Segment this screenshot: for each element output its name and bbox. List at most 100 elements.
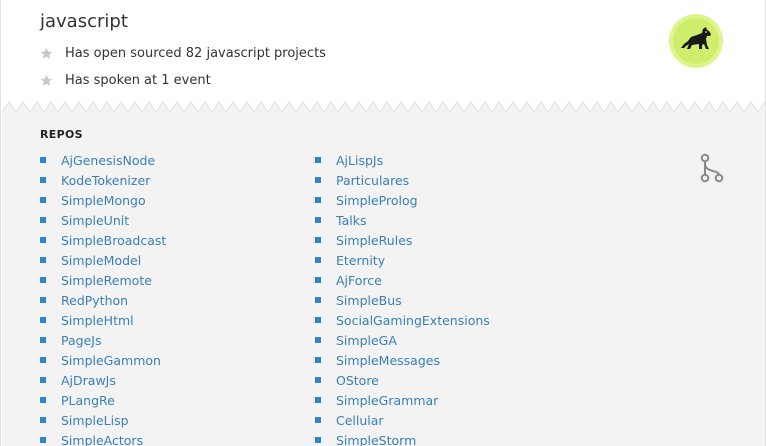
repo-link[interactable]: SimpleUnit: [61, 213, 129, 228]
bullet-icon: [315, 337, 321, 343]
repo-list-item: SimpleHtml: [40, 310, 166, 330]
bullet-icon: [315, 177, 321, 183]
repo-list-item: SimpleLisp: [40, 410, 166, 430]
bullet-icon: [315, 317, 321, 323]
repo-link[interactable]: SimpleBroadcast: [61, 233, 166, 248]
bullet-icon: [40, 217, 46, 223]
repo-list-left: AjGenesisNode KodeTokenizer SimpleMongo Sim…: [40, 150, 166, 446]
bullet-icon: [315, 217, 321, 223]
bullet-icon: [40, 357, 46, 363]
repo-list-item: OStore: [315, 370, 490, 390]
achievement-item: Has spoken at 1 event: [40, 70, 211, 90]
repo-list-item: SimpleGammon: [40, 350, 166, 370]
bullet-icon: [40, 197, 46, 203]
bullet-icon: [315, 357, 321, 363]
bullet-icon: [40, 157, 46, 163]
javascript-mascot-icon: [673, 18, 719, 64]
repo-link[interactable]: AjLispJs: [336, 153, 383, 168]
bullet-icon: [315, 437, 321, 443]
repo-link[interactable]: Particulares: [336, 173, 409, 188]
repo-link[interactable]: SimpleProlog: [336, 193, 418, 208]
repo-list-item: AjForce: [315, 270, 490, 290]
repo-list-item: KodeTokenizer: [40, 170, 166, 190]
bullet-icon: [40, 277, 46, 283]
bullet-icon: [40, 177, 46, 183]
repo-link[interactable]: SocialGamingExtensions: [336, 313, 490, 328]
repo-link[interactable]: SimpleGrammar: [336, 393, 438, 408]
repo-link[interactable]: SimpleStorm: [336, 433, 416, 446]
bullet-icon: [40, 297, 46, 303]
star-icon: [40, 47, 53, 60]
repo-list-item: SimpleRules: [315, 230, 490, 250]
bullet-icon: [315, 197, 321, 203]
achievement-text: Has open sourced 82 javascript projects: [65, 45, 326, 61]
repo-list-item: SimpleMessages: [315, 350, 490, 370]
bullet-icon: [315, 157, 321, 163]
bullet-icon: [315, 417, 321, 423]
language-badge: [669, 14, 723, 68]
repo-list-item: AjLispJs: [315, 150, 490, 170]
repo-link[interactable]: SimpleModel: [61, 253, 141, 268]
bullet-icon: [315, 237, 321, 243]
repo-list-item: SocialGamingExtensions: [315, 310, 490, 330]
repo-list-item: Eternity: [315, 250, 490, 270]
bullet-icon: [40, 437, 46, 443]
repo-link[interactable]: SimpleGammon: [61, 353, 161, 368]
repo-list-item: SimpleGrammar: [315, 390, 490, 410]
bullet-icon: [40, 377, 46, 383]
repo-link[interactable]: AjGenesisNode: [61, 153, 155, 168]
repo-list-right: AjLispJs Particulares SimpleProlog Talks Sim…: [315, 150, 490, 446]
repo-link[interactable]: SimpleMongo: [61, 193, 146, 208]
bullet-icon: [315, 277, 321, 283]
language-title: javascript: [40, 11, 128, 32]
repo-list-item: PageJs: [40, 330, 166, 350]
repo-list-item: Particulares: [315, 170, 490, 190]
repos-panel: REPOS AjGenesisNode KodeTokenizer SimpleMo…: [2, 112, 765, 446]
repo-list-item: SimpleActors: [40, 430, 166, 446]
repo-link[interactable]: SimpleBus: [336, 293, 402, 308]
bullet-icon: [40, 317, 46, 323]
bullet-icon: [315, 297, 321, 303]
repo-list-item: SimpleBus: [315, 290, 490, 310]
repo-list-item: SimpleGA: [315, 330, 490, 350]
repo-link[interactable]: SimpleHtml: [61, 313, 134, 328]
repo-link[interactable]: Cellular: [336, 413, 384, 428]
repo-link[interactable]: Eternity: [336, 253, 385, 268]
repo-link[interactable]: SimpleRules: [336, 233, 412, 248]
star-icon: [40, 74, 53, 87]
repo-list-item: Talks: [315, 210, 490, 230]
repo-link[interactable]: SimpleMessages: [336, 353, 440, 368]
repo-list-item: RedPython: [40, 290, 166, 310]
repo-list-item: PLangRe: [40, 390, 166, 410]
repo-list-item: SimpleRemote: [40, 270, 166, 290]
card-header: javascript Has open sourced 82 javascrip…: [2, 0, 765, 112]
repo-list-item: SimpleMongo: [40, 190, 166, 210]
bullet-icon: [315, 377, 321, 383]
repo-link[interactable]: AjForce: [336, 273, 382, 288]
fork-icon: [699, 153, 725, 183]
repo-link[interactable]: RedPython: [61, 293, 128, 308]
repo-link[interactable]: SimpleActors: [61, 433, 143, 446]
repo-link[interactable]: SimpleLisp: [61, 413, 129, 428]
repo-link[interactable]: KodeTokenizer: [61, 173, 150, 188]
repo-list-item: SimpleStorm: [315, 430, 490, 446]
repo-link[interactable]: PLangRe: [61, 393, 115, 408]
repo-list-item: SimpleUnit: [40, 210, 166, 230]
achievement-text: Has spoken at 1 event: [65, 72, 211, 88]
repo-link[interactable]: AjDrawJs: [61, 373, 116, 388]
repo-link[interactable]: Talks: [336, 213, 366, 228]
repo-list-item: SimpleBroadcast: [40, 230, 166, 250]
bullet-icon: [40, 417, 46, 423]
bullet-icon: [40, 237, 46, 243]
achievement-item: Has open sourced 82 javascript projects: [40, 43, 326, 63]
repos-heading: REPOS: [40, 128, 83, 141]
repo-list-item: SimpleModel: [40, 250, 166, 270]
repo-link[interactable]: SimpleGA: [336, 333, 397, 348]
language-card: javascript Has open sourced 82 javascrip…: [0, 0, 766, 446]
bullet-icon: [40, 337, 46, 343]
repo-list-item: SimpleProlog: [315, 190, 490, 210]
bullet-icon: [40, 257, 46, 263]
repo-link[interactable]: PageJs: [61, 333, 101, 348]
repo-link[interactable]: OStore: [336, 373, 379, 388]
repo-link[interactable]: SimpleRemote: [61, 273, 152, 288]
